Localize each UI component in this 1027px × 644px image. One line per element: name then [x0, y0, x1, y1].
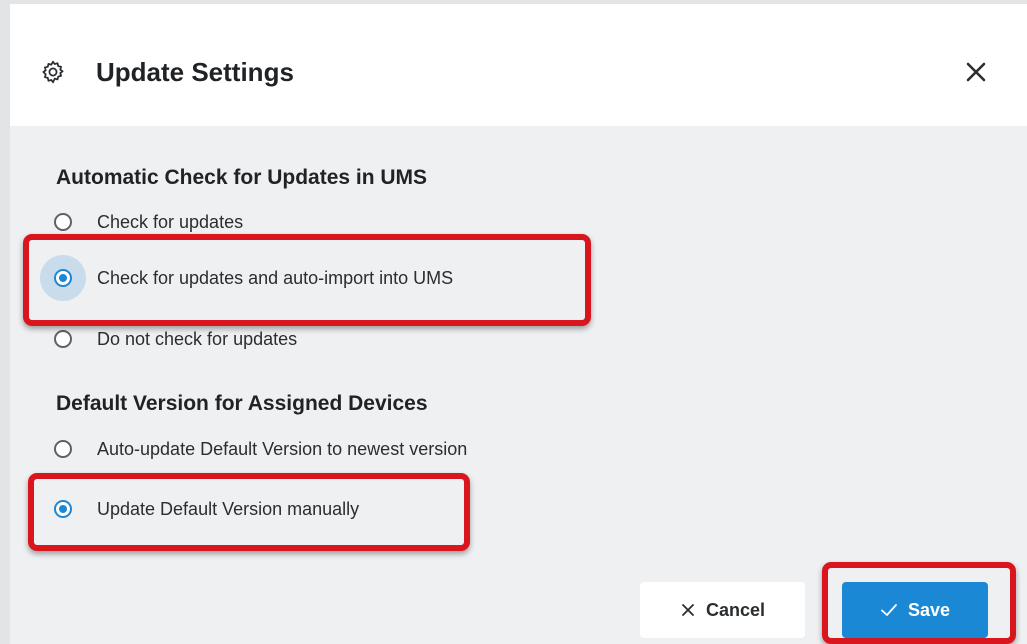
gear-icon [42, 60, 64, 84]
radio-button[interactable] [54, 440, 72, 458]
cancel-button[interactable]: Cancel [640, 582, 805, 638]
dialog-header: Update Settings [10, 4, 1027, 126]
highlight-box-auto-import [23, 234, 591, 326]
radio-do-not-check[interactable]: Do not check for updates [54, 324, 297, 354]
radio-button[interactable] [54, 213, 72, 231]
highlight-box-save [822, 562, 1016, 644]
close-icon[interactable] [962, 58, 990, 86]
radio-check-for-updates[interactable]: Check for updates [54, 207, 243, 237]
radio-button[interactable] [54, 330, 72, 348]
cancel-button-label: Cancel [705, 599, 766, 620]
radio-label: Do not check for updates [97, 328, 298, 349]
section-title-default-version: Default Version for Assigned Devices [56, 392, 428, 415]
radio-label: Auto-update Default Version to newest ve… [97, 438, 468, 459]
highlight-box-manual-update [28, 473, 470, 551]
dialog-title: Update Settings [96, 57, 294, 87]
close-icon [682, 604, 694, 616]
section-title-auto-check: Automatic Check for Updates in UMS [56, 166, 428, 189]
update-settings-dialog: Update Settings Automatic Check for Upda… [10, 4, 1027, 644]
radio-auto-update-default[interactable]: Auto-update Default Version to newest ve… [54, 434, 467, 464]
radio-label: Check for updates [97, 211, 244, 232]
